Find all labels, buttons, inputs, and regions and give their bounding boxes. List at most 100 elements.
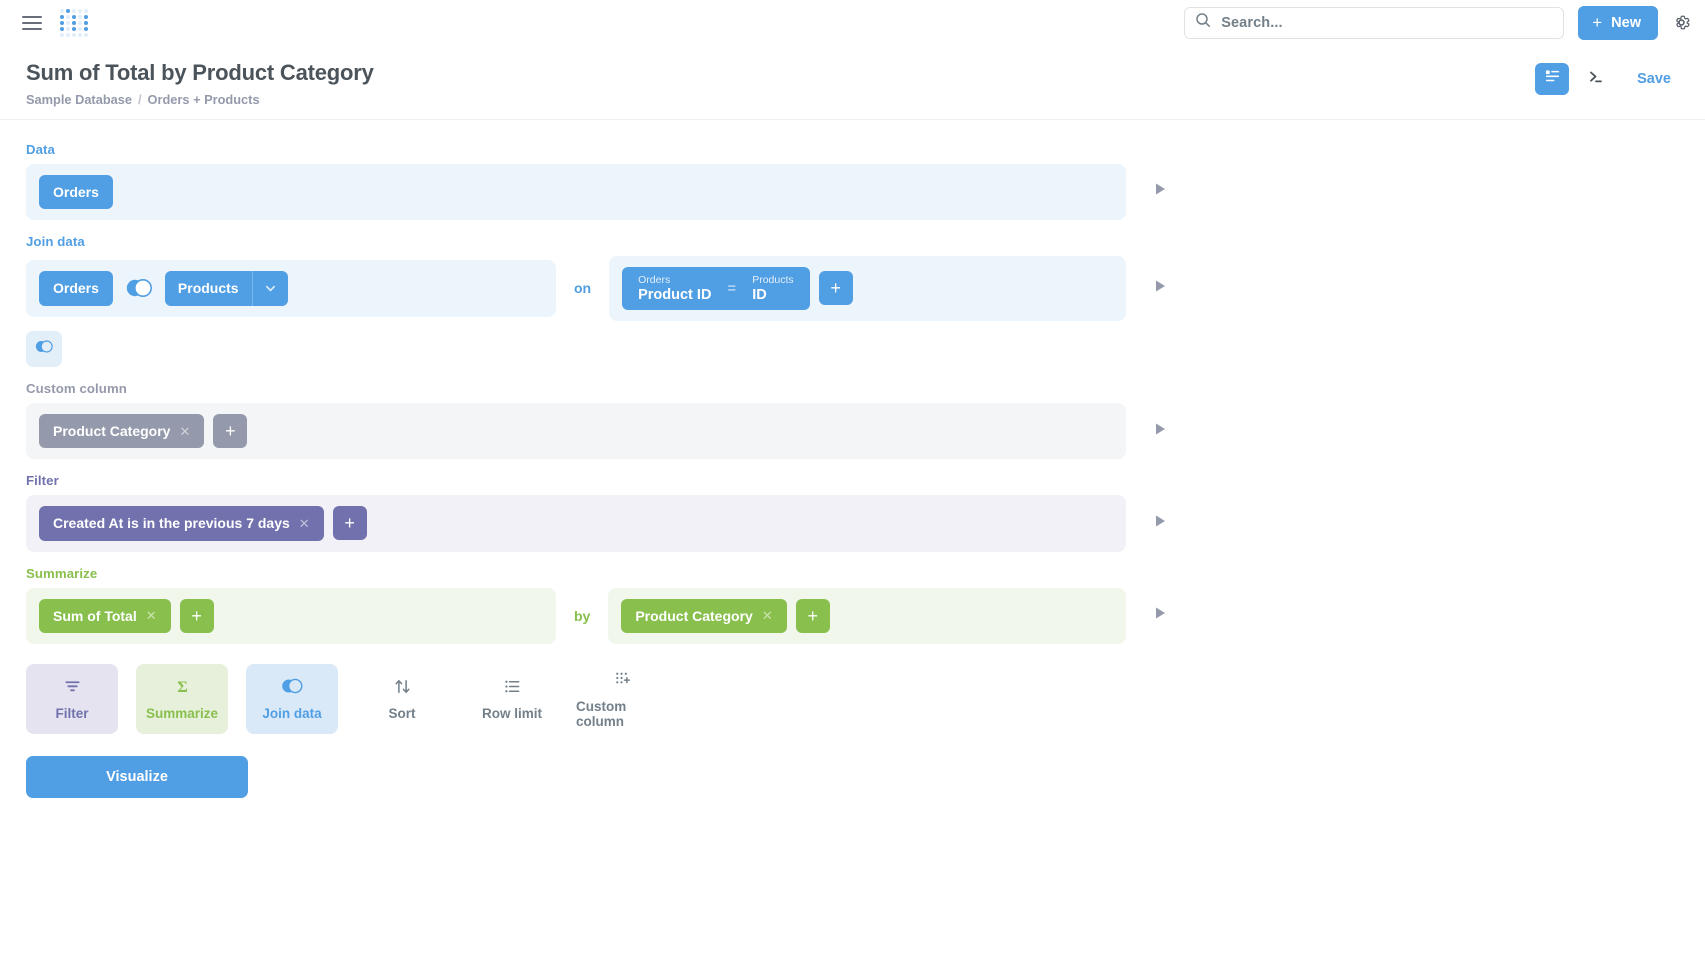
join-condition-chip[interactable]: Orders Product ID = Products ID	[622, 266, 810, 311]
step-data: Data Orders	[26, 142, 1679, 220]
add-custom-column-button[interactable]: +	[213, 414, 248, 449]
filter-chip[interactable]: Created At is in the previous 7 days ✕	[39, 506, 324, 541]
notebook-editor-toggle[interactable]	[1535, 63, 1570, 95]
breadcrumb-database[interactable]: Sample Database	[26, 92, 132, 107]
breakout-chip-label: Product Category	[635, 607, 753, 624]
left-join-venn-icon[interactable]	[124, 277, 154, 299]
triangle-right-icon	[1154, 606, 1166, 625]
sql-console-icon	[1587, 68, 1605, 91]
sort-arrows-icon	[393, 676, 412, 696]
breadcrumb: Sample Database / Orders + Products	[26, 92, 374, 107]
join-condition-rhs-table: Products	[752, 273, 794, 286]
action-sort-label: Sort	[388, 706, 416, 722]
aggregation-chip[interactable]: Sum of Total ✕	[39, 598, 171, 633]
join-left-panel: Orders Products	[26, 260, 556, 317]
left-join-venn-icon	[280, 676, 304, 696]
step-data-label: Data	[26, 141, 55, 157]
join-condition-operator: =	[727, 279, 737, 297]
notebook-editor: Data Orders Join data Orders Products on…	[0, 120, 1705, 798]
gear-icon[interactable]	[1672, 13, 1691, 32]
join-step-expand-button[interactable]	[1140, 279, 1180, 298]
data-source-table-chip[interactable]: Orders	[39, 174, 113, 209]
question-header: Sum of Total by Product Category Sample …	[0, 45, 1705, 120]
action-row-limit-button[interactable]: Row limit	[466, 664, 558, 734]
hamburger-icon[interactable]	[22, 12, 44, 34]
action-summarize-label: Summarize	[145, 706, 219, 722]
custom-column-step-expand-button[interactable]	[1140, 422, 1180, 441]
step-join: Join data Orders Products on Orders Prod…	[26, 234, 1679, 368]
sigma-icon: Σ	[173, 676, 192, 696]
summarize-step-expand-button[interactable]	[1140, 606, 1180, 625]
hamburger-bar	[22, 21, 42, 24]
breadcrumb-separator: /	[137, 91, 142, 107]
action-filter-label: Filter	[55, 706, 89, 722]
join-on-label: on	[574, 280, 592, 297]
step-summarize-label: Summarize	[26, 565, 98, 581]
action-join-data-button[interactable]: Join data	[246, 663, 338, 734]
join-left-table-chip[interactable]: Orders	[39, 271, 113, 306]
join-right-table-chip[interactable]: Products	[164, 271, 288, 306]
search-input[interactable]: Search...	[1184, 6, 1565, 39]
action-custom-column-button[interactable]: Custom column	[576, 664, 668, 734]
list-icon	[503, 676, 522, 696]
filter-step-expand-button[interactable]	[1140, 514, 1180, 533]
native-query-toggle[interactable]	[1579, 63, 1613, 95]
join-condition-rhs-field: ID	[752, 286, 767, 303]
data-source-panel: Orders	[26, 163, 1126, 220]
triangle-right-icon	[1154, 182, 1166, 201]
close-icon[interactable]: ✕	[299, 517, 310, 530]
close-icon[interactable]: ✕	[762, 609, 773, 622]
custom-column-icon	[613, 669, 632, 689]
step-filter: Filter Created At is in the previous 7 d…	[26, 473, 1679, 552]
svg-text:Σ: Σ	[177, 679, 188, 696]
action-buttons-row: Filter Σ Summarize Join data Sort Row li…	[26, 663, 1679, 734]
action-row-limit-label: Row limit	[482, 706, 542, 722]
step-join-row: Orders Products on Orders Product ID = P…	[26, 255, 1679, 322]
step-custom-column: Custom column Product Category ✕ +	[26, 381, 1679, 460]
step-filter-label: Filter	[26, 473, 59, 489]
custom-column-chip-label: Product Category	[53, 423, 171, 440]
custom-column-chip[interactable]: Product Category ✕	[39, 414, 205, 449]
triangle-right-icon	[1154, 514, 1166, 533]
new-button[interactable]: + New	[1578, 5, 1658, 40]
step-filter-row: Created At is in the previous 7 days ✕ +	[26, 495, 1679, 552]
step-summarize: Summarize Sum of Total ✕ + by Product Ca…	[26, 566, 1679, 644]
navbar-right-group: Search... + New	[1184, 5, 1691, 40]
join-condition-panel: Orders Product ID = Products ID +	[609, 255, 1126, 322]
close-icon[interactable]: ✕	[146, 609, 157, 622]
filter-icon	[63, 676, 82, 696]
action-filter-button[interactable]: Filter	[26, 663, 118, 734]
save-button[interactable]: Save	[1623, 71, 1685, 87]
add-filter-button[interactable]: +	[332, 506, 367, 541]
add-join-condition-button[interactable]: +	[818, 271, 853, 306]
action-sort-button[interactable]: Sort	[356, 664, 448, 734]
join-condition-rhs: Products ID	[752, 274, 793, 304]
join-condition-lhs-field: Product ID	[638, 286, 712, 303]
triangle-right-icon	[1154, 279, 1166, 298]
join-condition-lhs: Orders Product ID	[638, 274, 711, 304]
step-data-row: Orders	[26, 163, 1679, 220]
header-actions: Save	[1535, 59, 1685, 95]
visualize-button[interactable]: Visualize	[26, 755, 248, 798]
chevron-down-icon[interactable]	[251, 271, 288, 306]
breakout-chip[interactable]: Product Category ✕	[621, 598, 787, 633]
action-summarize-button[interactable]: Σ Summarize	[136, 663, 228, 734]
aggregation-panel: Sum of Total ✕ +	[26, 587, 556, 644]
add-breakout-button[interactable]: +	[795, 598, 830, 633]
close-icon[interactable]: ✕	[179, 425, 190, 438]
breadcrumb-table[interactable]: Orders + Products	[148, 92, 260, 107]
new-button-label: New	[1611, 14, 1641, 31]
data-step-expand-button[interactable]	[1140, 182, 1180, 201]
metabase-logo-icon[interactable]	[60, 8, 88, 37]
triangle-right-icon	[1154, 422, 1166, 441]
page-title: Sum of Total by Product Category	[26, 60, 374, 85]
add-join-button[interactable]	[26, 331, 62, 368]
top-navbar: Search... + New	[0, 0, 1705, 45]
plus-icon: +	[1592, 13, 1603, 32]
join-right-table-label: Products	[177, 280, 239, 297]
add-aggregation-button[interactable]: +	[179, 598, 214, 633]
header-title-group: Sum of Total by Product Category Sample …	[26, 59, 374, 107]
step-summarize-row: Sum of Total ✕ + by Product Category ✕ +	[26, 587, 1679, 644]
breakout-panel: Product Category ✕ +	[608, 587, 1126, 644]
filter-chip-label: Created At is in the previous 7 days	[53, 515, 290, 532]
